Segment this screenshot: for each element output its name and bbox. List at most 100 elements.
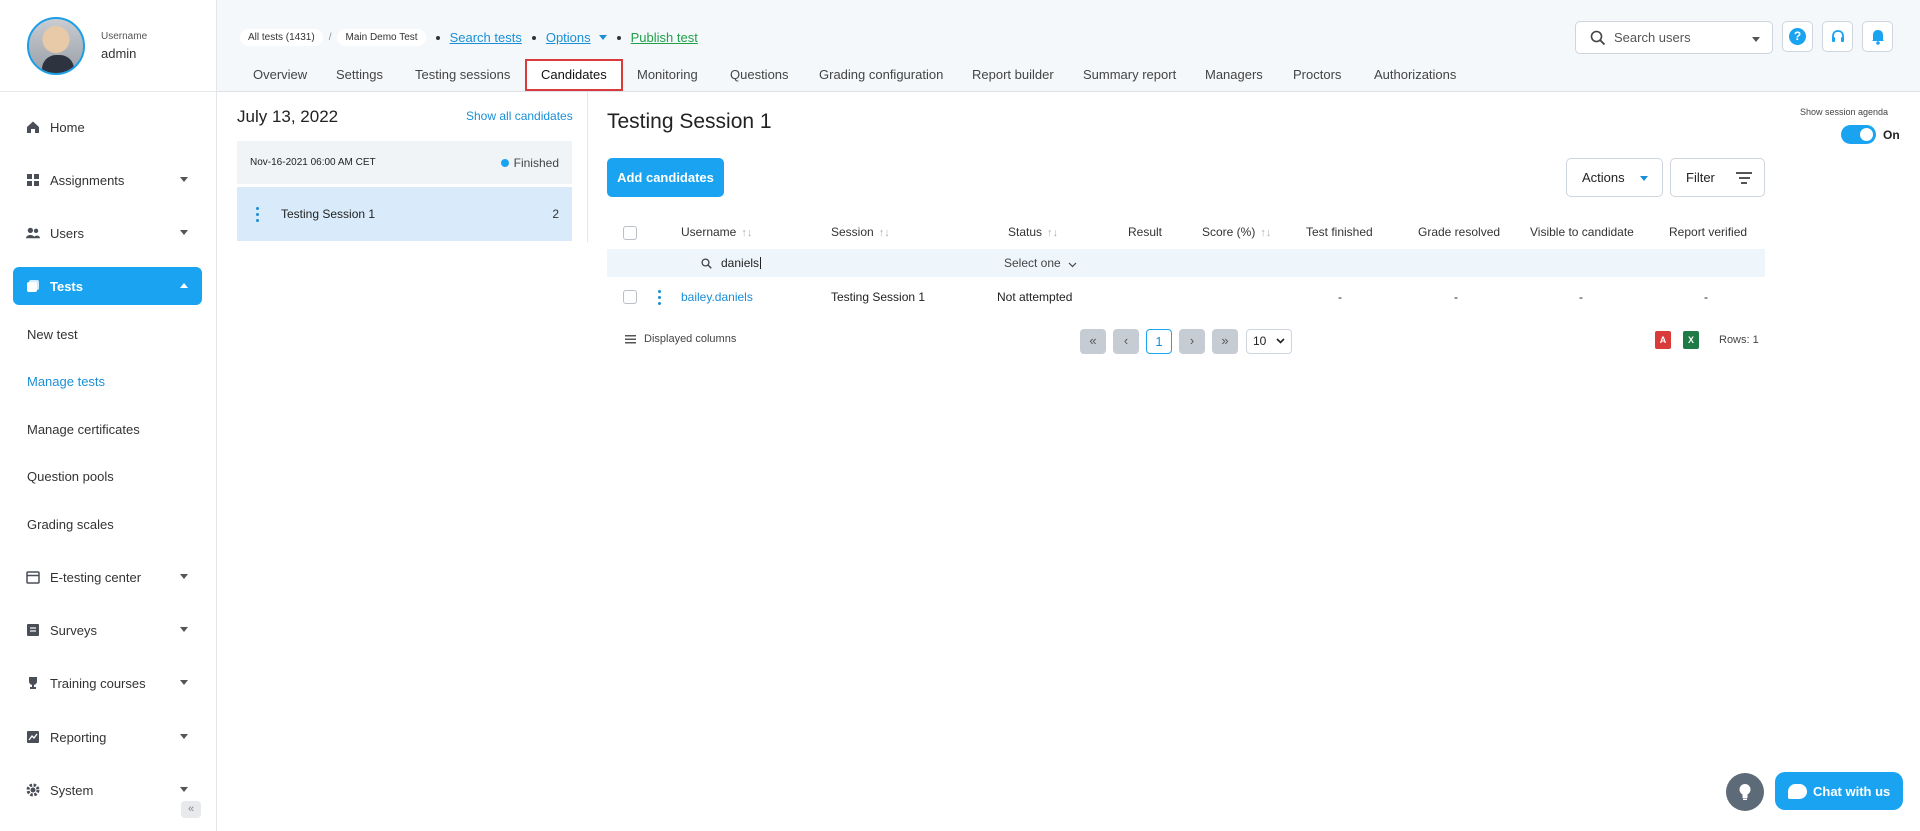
publish-test-link[interactable]: Publish test bbox=[631, 30, 698, 45]
column-header-status[interactable]: Status ↑↓ bbox=[1008, 225, 1058, 239]
chevron-down-icon bbox=[180, 734, 188, 739]
select-all-checkbox[interactable] bbox=[623, 226, 637, 240]
separator-dot bbox=[616, 35, 621, 40]
last-page-button[interactable]: » bbox=[1212, 329, 1238, 354]
options-link[interactable]: Options bbox=[546, 30, 591, 45]
sidebar-item-tests[interactable]: Tests bbox=[13, 267, 202, 305]
sidebar-subitem-manage-tests[interactable]: Manage tests bbox=[27, 374, 105, 389]
tab-summary-report[interactable]: Summary report bbox=[1083, 67, 1176, 82]
sidebar-item-users[interactable]: Users bbox=[13, 214, 202, 252]
chevron-right-icon: › bbox=[1189, 333, 1195, 348]
show-all-candidates-link[interactable]: Show all candidates bbox=[466, 109, 573, 123]
sidebar-item-label: Reporting bbox=[50, 729, 107, 745]
actions-dropdown[interactable]: Actions bbox=[1566, 158, 1663, 197]
column-header-result[interactable]: Result bbox=[1128, 225, 1162, 239]
sidebar-item-label: Tests bbox=[50, 278, 83, 294]
chat-with-us-button[interactable]: Chat with us bbox=[1775, 772, 1903, 810]
column-header-session[interactable]: Session ↑↓ bbox=[831, 225, 890, 239]
tab-overview[interactable]: Overview bbox=[253, 67, 307, 82]
chevron-down-icon bbox=[1640, 176, 1648, 181]
users-icon bbox=[26, 226, 40, 240]
tab-grading-configuration[interactable]: Grading configuration bbox=[819, 67, 943, 82]
sort-icon: ↑↓ bbox=[741, 227, 753, 239]
column-header-visible-to-candidate[interactable]: Visible to candidate bbox=[1530, 225, 1634, 239]
chevron-down-icon bbox=[1276, 338, 1285, 344]
export-excel-icon[interactable]: X bbox=[1683, 331, 1699, 349]
avatar[interactable] bbox=[27, 16, 85, 75]
support-button[interactable] bbox=[1822, 21, 1853, 52]
double-chevron-right-icon: » bbox=[1221, 333, 1229, 348]
search-users-input[interactable]: Search users bbox=[1575, 21, 1773, 54]
tab-authorizations[interactable]: Authorizations bbox=[1374, 67, 1456, 82]
sidebar-item-label: Users bbox=[50, 225, 84, 241]
status-filter-select[interactable]: Select one bbox=[1004, 256, 1077, 271]
tips-button[interactable] bbox=[1726, 773, 1764, 811]
sidebar-item-label: Assignments bbox=[50, 172, 125, 188]
bell-icon bbox=[1870, 28, 1886, 45]
tab-settings[interactable]: Settings bbox=[336, 67, 383, 82]
chevron-down-icon bbox=[180, 787, 188, 792]
sidebar-item-surveys[interactable]: Surveys bbox=[13, 611, 202, 649]
sort-icon: ↑↓ bbox=[878, 227, 890, 239]
sidebar-item-home[interactable]: Home bbox=[13, 108, 202, 146]
row-checkbox[interactable] bbox=[623, 290, 637, 304]
sidebar-item-training-courses[interactable]: Training courses bbox=[13, 664, 202, 702]
cell-status: Not attempted bbox=[997, 290, 1073, 304]
sidebar-subitem-question-pools[interactable]: Question pools bbox=[27, 469, 114, 484]
column-header-score[interactable]: Score (%) ↑↓ bbox=[1202, 225, 1271, 239]
row-menu-button[interactable] bbox=[651, 290, 667, 305]
session-date-title: July 13, 2022 bbox=[237, 107, 339, 126]
breadcrumb-separator: / bbox=[328, 32, 332, 43]
previous-page-button[interactable]: ‹ bbox=[1113, 329, 1139, 354]
list-icon bbox=[625, 334, 636, 345]
tab-proctors[interactable]: Proctors bbox=[1293, 67, 1341, 82]
sidebar-item-label: Training courses bbox=[50, 675, 146, 691]
reporting-icon bbox=[26, 730, 40, 744]
column-header-username[interactable]: Username ↑↓ bbox=[681, 225, 752, 239]
trophy-icon bbox=[26, 676, 40, 690]
filter-button[interactable]: Filter bbox=[1670, 158, 1765, 197]
first-page-button[interactable]: « bbox=[1080, 329, 1106, 354]
column-header-report-verified[interactable]: Report verified bbox=[1669, 225, 1747, 239]
tab-candidates[interactable]: Candidates bbox=[525, 59, 623, 91]
username-filter-input[interactable]: daniels bbox=[701, 256, 762, 270]
displayed-columns-button[interactable]: Displayed columns bbox=[625, 333, 736, 345]
breadcrumb-all-tests[interactable]: All tests (1431) bbox=[240, 29, 323, 46]
tab-questions[interactable]: Questions bbox=[730, 67, 789, 82]
status-filter-value: Select one bbox=[1004, 256, 1061, 270]
tab-report-builder[interactable]: Report builder bbox=[972, 67, 1054, 82]
chevron-down-icon bbox=[598, 35, 607, 40]
table-filter-row bbox=[607, 249, 1765, 277]
sidebar-item-system[interactable]: System bbox=[13, 771, 202, 809]
session-menu-button[interactable] bbox=[249, 206, 269, 222]
sidebar-subitem-new-test[interactable]: New test bbox=[27, 327, 78, 342]
sidebar-subitem-grading-scales[interactable]: Grading scales bbox=[27, 517, 114, 532]
options-label: Options bbox=[545, 30, 591, 45]
tab-managers[interactable]: Managers bbox=[1205, 67, 1263, 82]
current-page-button[interactable]: 1 bbox=[1146, 329, 1172, 354]
collapse-sidebar-button[interactable]: « bbox=[181, 801, 201, 818]
export-pdf-icon[interactable]: A bbox=[1655, 331, 1671, 349]
session-list-item[interactable]: Testing Session 1 2 bbox=[237, 187, 572, 241]
session-agenda-state: On bbox=[1883, 128, 1900, 142]
notifications-button[interactable] bbox=[1862, 21, 1893, 52]
filter-icon bbox=[1736, 172, 1752, 187]
cell-report-verified: - bbox=[1704, 290, 1708, 304]
rows-per-page-value: 10 bbox=[1253, 334, 1267, 348]
rows-per-page-select[interactable]: 10 bbox=[1246, 329, 1292, 354]
sidebar-item-e-testing-center[interactable]: E-testing center bbox=[13, 558, 202, 596]
column-header-test-finished[interactable]: Test finished bbox=[1306, 225, 1373, 239]
assignments-icon bbox=[26, 173, 40, 187]
search-tests-link[interactable]: Search tests bbox=[450, 30, 522, 45]
next-page-button[interactable]: › bbox=[1179, 329, 1205, 354]
candidate-username-link[interactable]: bailey.daniels bbox=[681, 290, 753, 304]
session-agenda-toggle[interactable] bbox=[1841, 125, 1876, 144]
add-candidates-button[interactable]: Add candidates bbox=[607, 158, 724, 197]
help-button[interactable]: ? bbox=[1782, 21, 1813, 52]
sidebar-item-reporting[interactable]: Reporting bbox=[13, 718, 202, 756]
sidebar-item-assignments[interactable]: Assignments bbox=[13, 161, 202, 199]
sidebar-subitem-manage-certificates[interactable]: Manage certificates bbox=[27, 422, 140, 437]
column-header-grade-resolved[interactable]: Grade resolved bbox=[1418, 225, 1500, 239]
tab-monitoring[interactable]: Monitoring bbox=[637, 67, 698, 82]
tab-testing-sessions[interactable]: Testing sessions bbox=[415, 67, 510, 82]
